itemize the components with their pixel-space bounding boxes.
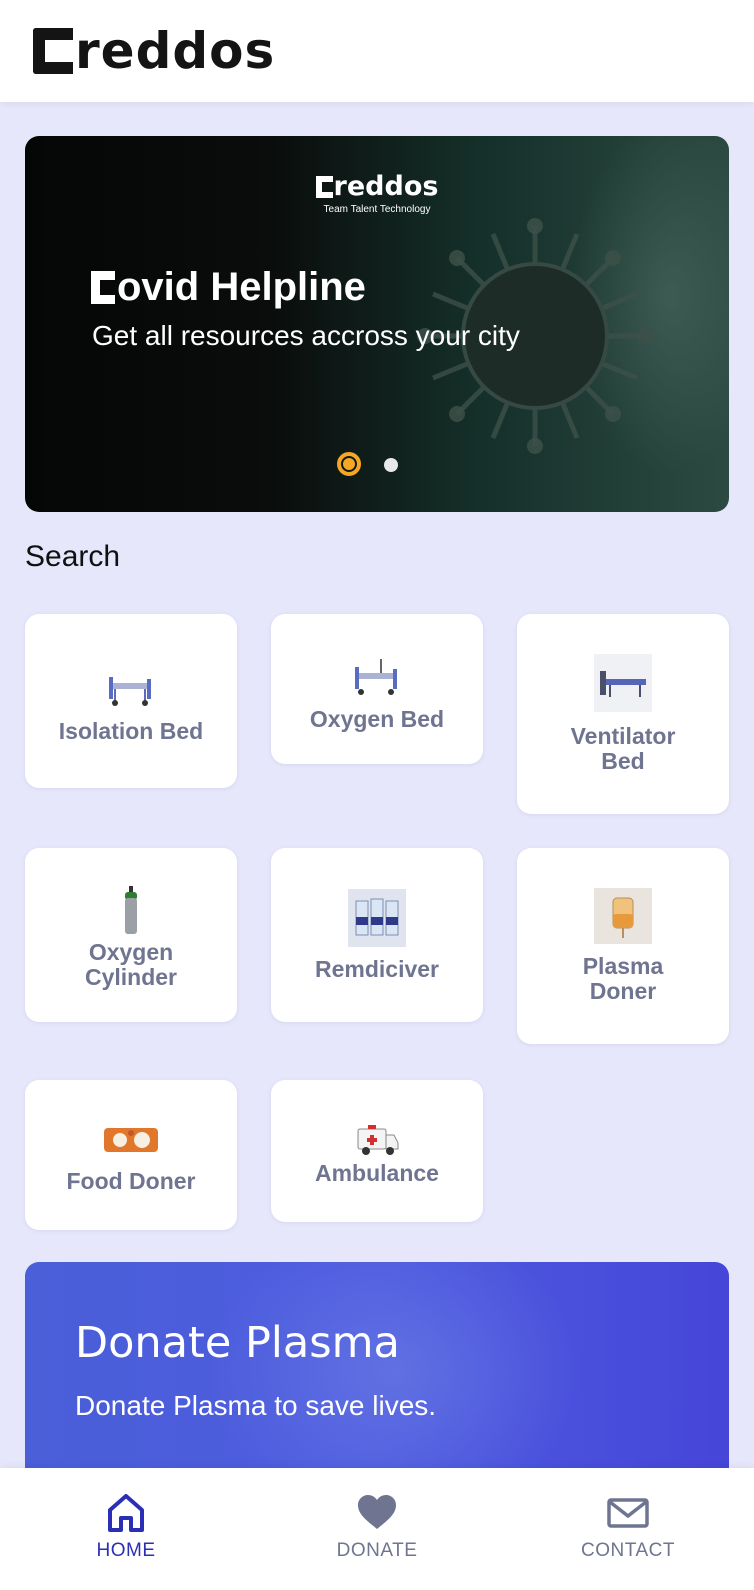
plasma-bag-icon <box>594 888 652 944</box>
search-card-isolation-bed[interactable]: Isolation Bed <box>25 614 237 788</box>
logo-mark <box>33 28 73 74</box>
search-card-label: Plasma Doner <box>582 953 664 1004</box>
search-section-title: Search <box>25 540 121 573</box>
nav-item-donate[interactable]: DONATE <box>307 1492 447 1562</box>
banner-subtitle: Get all resources accross your city <box>92 320 520 351</box>
logo-text: reddos <box>75 22 276 80</box>
nav-item-home[interactable]: HOME <box>56 1492 196 1562</box>
app-header: reddos <box>0 0 754 102</box>
food-tray-icon <box>101 1117 161 1161</box>
vial-icon <box>348 888 406 947</box>
search-card-remdiciver[interactable]: Remdiciver <box>271 848 483 1022</box>
donate-card-glow <box>205 1262 585 1502</box>
bottom-navigation: HOME DONATE CONTACT <box>0 1468 754 1590</box>
search-card-ventilator-bed[interactable]: Ventilator Bed <box>517 614 729 814</box>
app-logo[interactable]: reddos <box>33 22 275 80</box>
nav-item-contact[interactable]: CONTACT <box>558 1492 698 1562</box>
carousel-dot-active[interactable] <box>337 452 361 476</box>
banner-logo-mark <box>315 176 333 198</box>
home-icon <box>108 1494 144 1532</box>
search-card-label: Isolation Bed <box>58 717 204 744</box>
search-card-label: Ventilator Bed <box>570 723 676 774</box>
search-card-label: Food Doner <box>66 1167 196 1194</box>
search-card-label: Oxygen Bed <box>309 705 445 732</box>
search-card-oxygen-cylinder[interactable]: Oxygen Cylinder <box>25 848 237 1022</box>
carousel-dot[interactable] <box>384 458 398 472</box>
donate-card-subtitle: Donate Plasma to save lives. <box>75 1390 437 1421</box>
search-card-food-doner[interactable]: Food Doner <box>25 1080 237 1230</box>
nav-label-donate: DONATE <box>336 1540 418 1561</box>
banner-logo-text: reddos <box>333 171 439 202</box>
search-card-label: Ambulance <box>315 1159 439 1186</box>
banner-title: ovid Helpline <box>91 265 366 310</box>
banner-title-text: ovid Helpline <box>117 265 366 309</box>
oxygen-cylinder-icon <box>101 880 161 940</box>
ambulance-icon <box>347 1117 407 1161</box>
search-card-oxygen-bed[interactable]: Oxygen Bed <box>271 614 483 764</box>
heart-icon <box>358 1495 396 1529</box>
hospital-bed-icon <box>101 659 161 719</box>
search-card-plasma-doner[interactable]: Plasma Doner <box>517 848 729 1044</box>
nav-label-home: HOME <box>96 1540 156 1561</box>
ventilator-bed-icon <box>594 654 652 712</box>
hero-banner-carousel[interactable]: reddos Team Talent Technology ovid Helpl… <box>25 136 729 512</box>
search-card-label: Oxygen Cylinder <box>84 939 178 990</box>
banner-title-mark <box>91 271 115 304</box>
mail-icon <box>607 1498 649 1528</box>
banner-tagline: Team Talent Technology <box>323 204 431 215</box>
banner-brand: reddos Team Talent Technology <box>25 172 729 215</box>
nav-label-contact: CONTACT <box>581 1540 675 1561</box>
donate-card-title: Donate Plasma <box>75 1318 400 1368</box>
donate-plasma-card[interactable]: Donate Plasma Donate Plasma to save live… <box>25 1262 729 1502</box>
search-card-label: Remdiciver <box>314 955 439 982</box>
search-card-ambulance[interactable]: Ambulance <box>271 1080 483 1222</box>
oxygen-bed-icon <box>347 647 407 707</box>
